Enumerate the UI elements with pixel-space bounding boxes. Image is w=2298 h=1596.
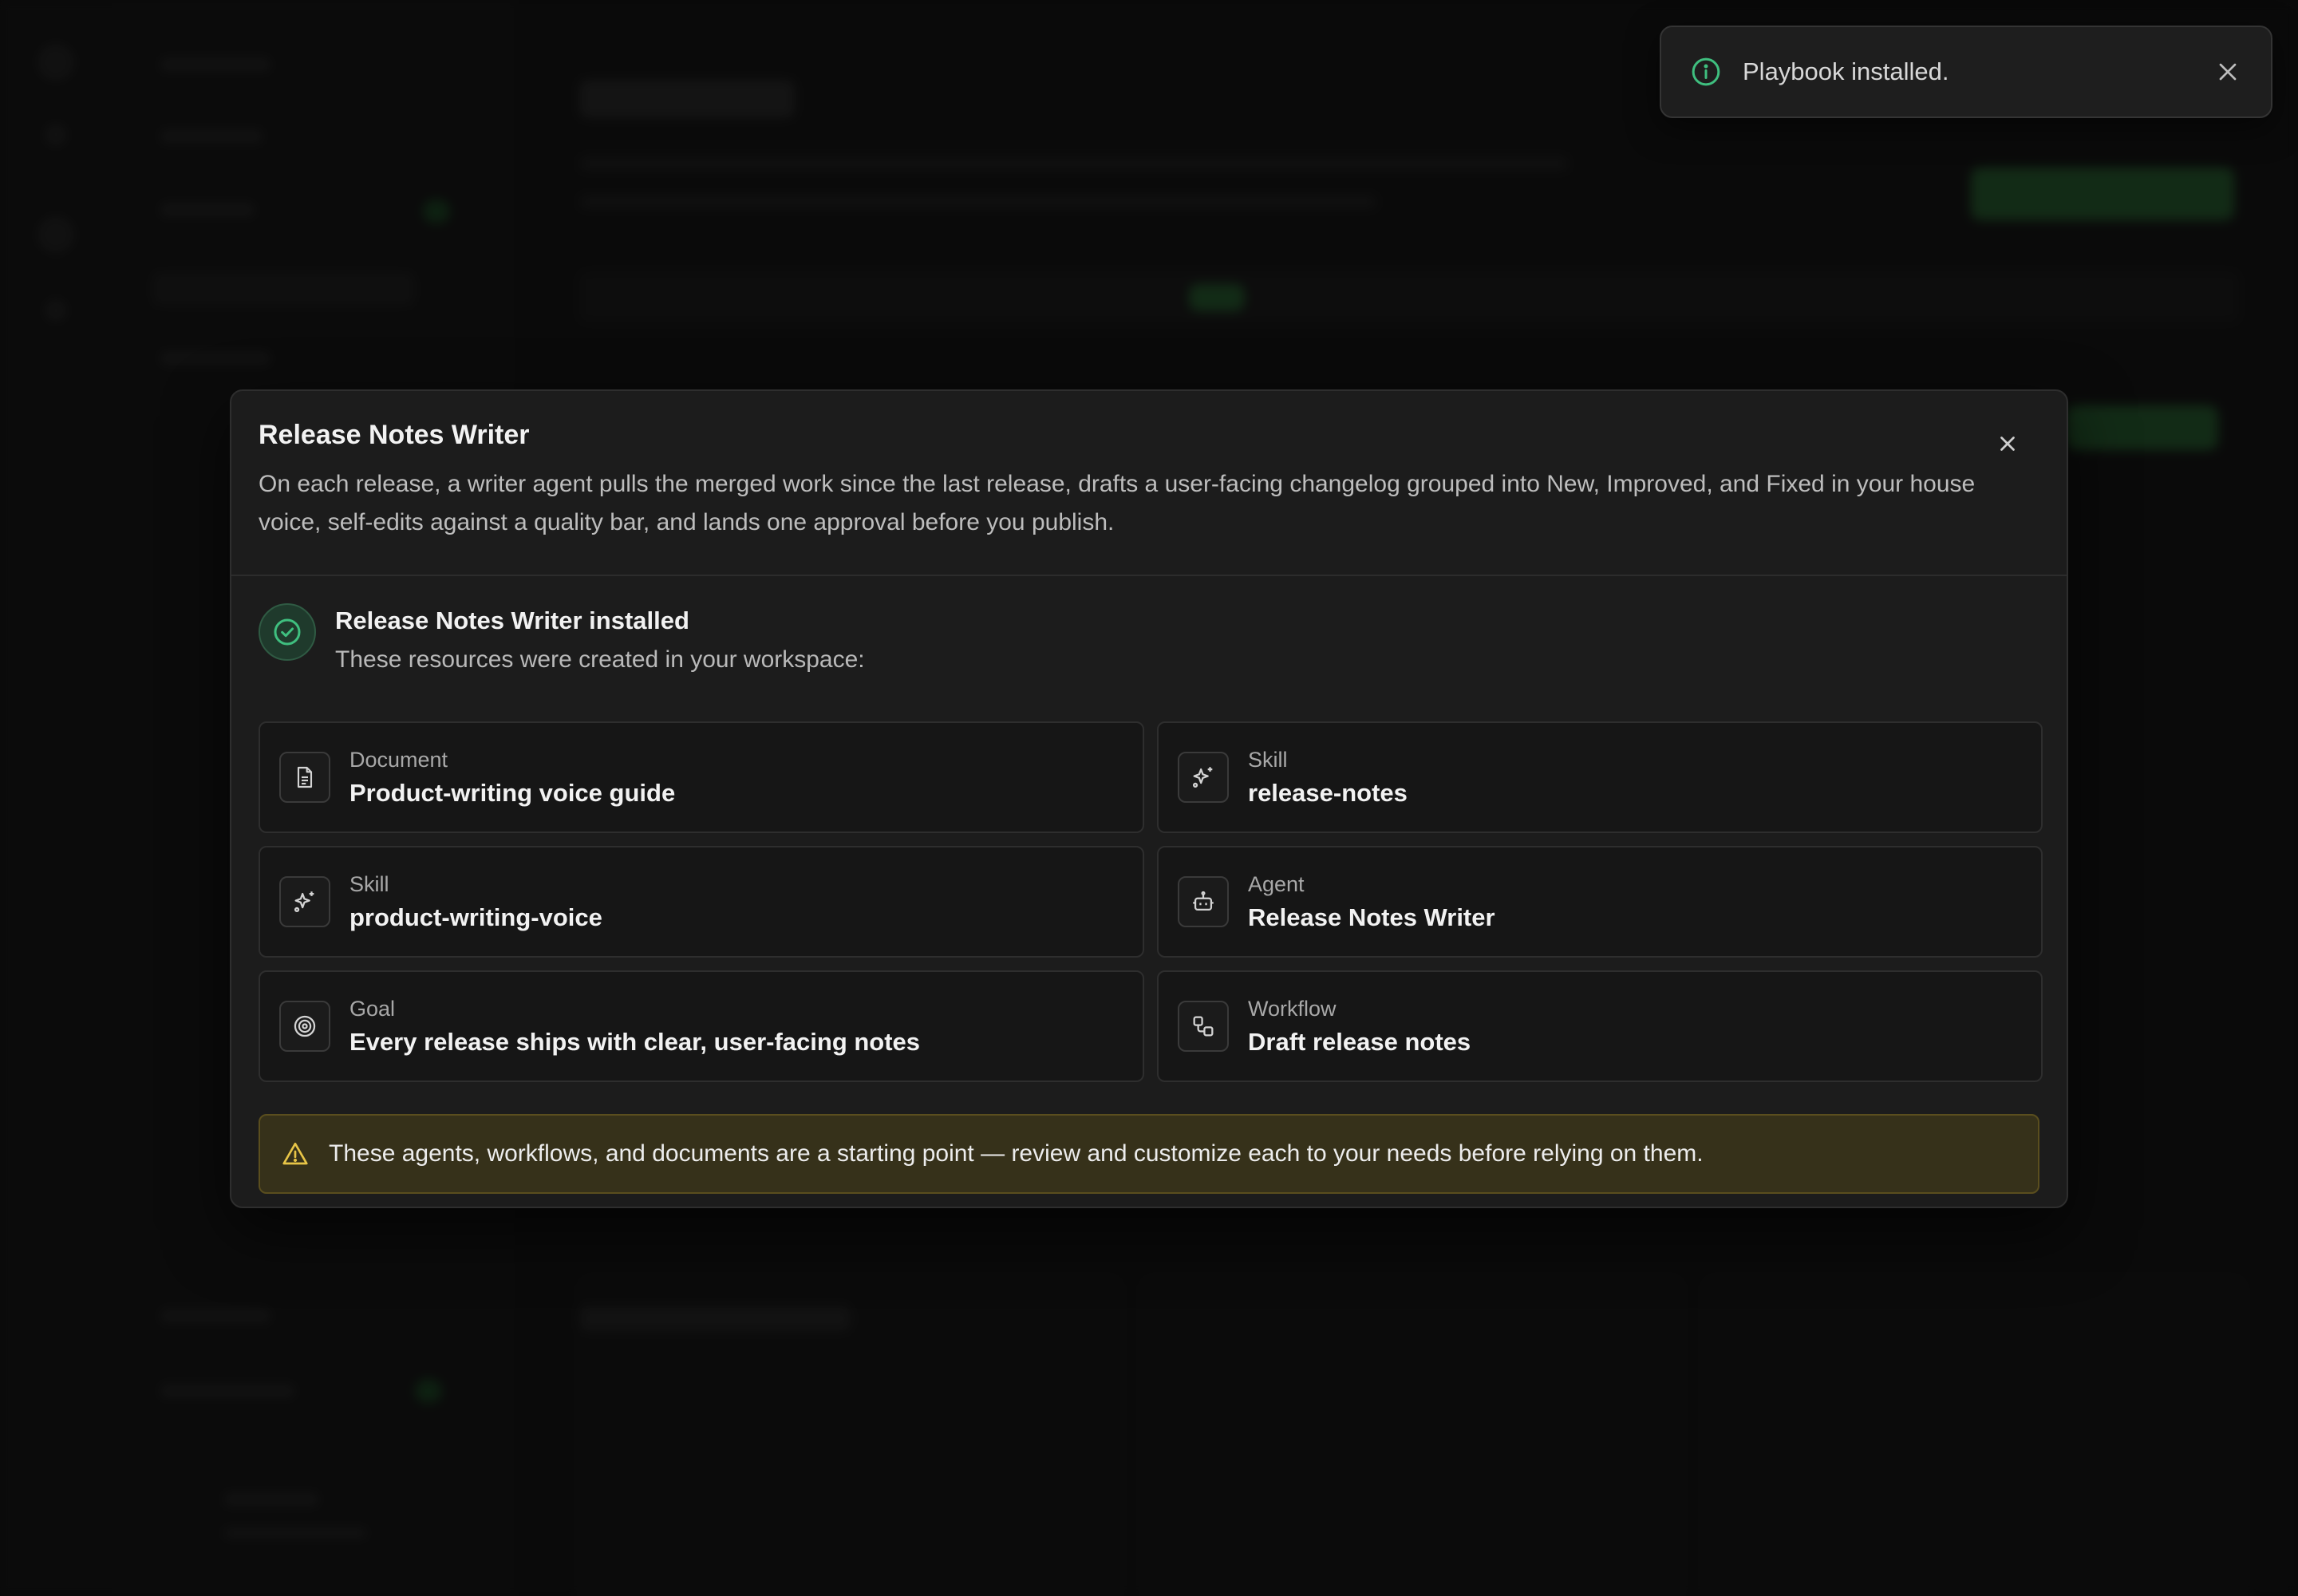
resource-icon-box <box>279 1001 330 1052</box>
dialog-title: Release Notes Writer <box>259 420 530 450</box>
info-icon <box>1692 57 1720 86</box>
success-badge <box>259 603 316 661</box>
sparkles-icon <box>294 891 314 913</box>
resource-card-skill[interactable]: Skill release-notes <box>1157 721 2043 833</box>
sparkles-icon <box>1192 767 1213 788</box>
resource-kind: Workflow <box>1248 996 1337 1021</box>
close-icon[interactable] <box>1993 429 2022 458</box>
resource-icon-box <box>1178 1001 1229 1052</box>
resource-grid: Document Product-writing voice guide Ski… <box>259 721 2043 1082</box>
resource-icon-box <box>1178 752 1229 803</box>
resource-kind: Agent <box>1248 871 1305 896</box>
dialog-body: Release Notes Writer installed These res… <box>231 576 2067 1194</box>
resource-name: product-writing-voice <box>349 903 602 931</box>
resource-card-agent[interactable]: Agent Release Notes Writer <box>1157 846 2043 958</box>
resource-icon-box <box>1178 876 1229 927</box>
resource-card-document[interactable]: Document Product-writing voice guide <box>259 721 1144 833</box>
resource-card-skill[interactable]: Skill product-writing-voice <box>259 846 1144 958</box>
robot-icon <box>1193 891 1214 911</box>
resource-kind: Document <box>349 747 448 772</box>
installed-subtitle: These resources were created in your wor… <box>335 646 865 673</box>
starting-point-warning: These agents, workflows, and documents a… <box>259 1114 2039 1194</box>
resource-kind: Goal <box>349 996 396 1021</box>
target-icon <box>294 1015 316 1037</box>
resource-card-goal[interactable]: Goal Every release ships with clear, use… <box>259 970 1144 1082</box>
resource-name: Product-writing voice guide <box>349 778 676 807</box>
resource-icon-box <box>279 876 330 927</box>
document-icon <box>297 766 313 788</box>
toast-notification: Playbook installed. <box>1660 26 2272 118</box>
resource-icon-box <box>279 752 330 803</box>
installed-title: Release Notes Writer installed <box>335 606 689 634</box>
close-icon[interactable] <box>2213 57 2242 86</box>
warning-text: These agents, workflows, and documents a… <box>329 1140 1704 1167</box>
check-circle-icon <box>274 618 301 646</box>
toast-message: Playbook installed. <box>1743 57 1949 85</box>
warning-icon <box>282 1142 308 1165</box>
resource-kind: Skill <box>349 871 389 896</box>
resource-name: release-notes <box>1248 778 1408 807</box>
resource-name: Every release ships with clear, user-fac… <box>349 1027 921 1056</box>
dialog-description: On each release, a writer agent pulls th… <box>259 471 1976 535</box>
installed-status: Release Notes Writer installed These res… <box>259 603 2039 715</box>
workflow-icon <box>1193 1016 1214 1037</box>
resource-card-workflow[interactable]: Workflow Draft release notes <box>1157 970 2043 1082</box>
dialog-header: Release Notes Writer On each release, a … <box>231 391 2067 576</box>
screen: Playbook installed. Release Notes Writer… <box>0 0 2298 1596</box>
resource-name: Release Notes Writer <box>1248 903 1495 931</box>
playbook-installed-dialog: Release Notes Writer On each release, a … <box>230 389 2068 1208</box>
resource-kind: Skill <box>1248 747 1288 772</box>
resource-name: Draft release notes <box>1248 1027 1471 1056</box>
